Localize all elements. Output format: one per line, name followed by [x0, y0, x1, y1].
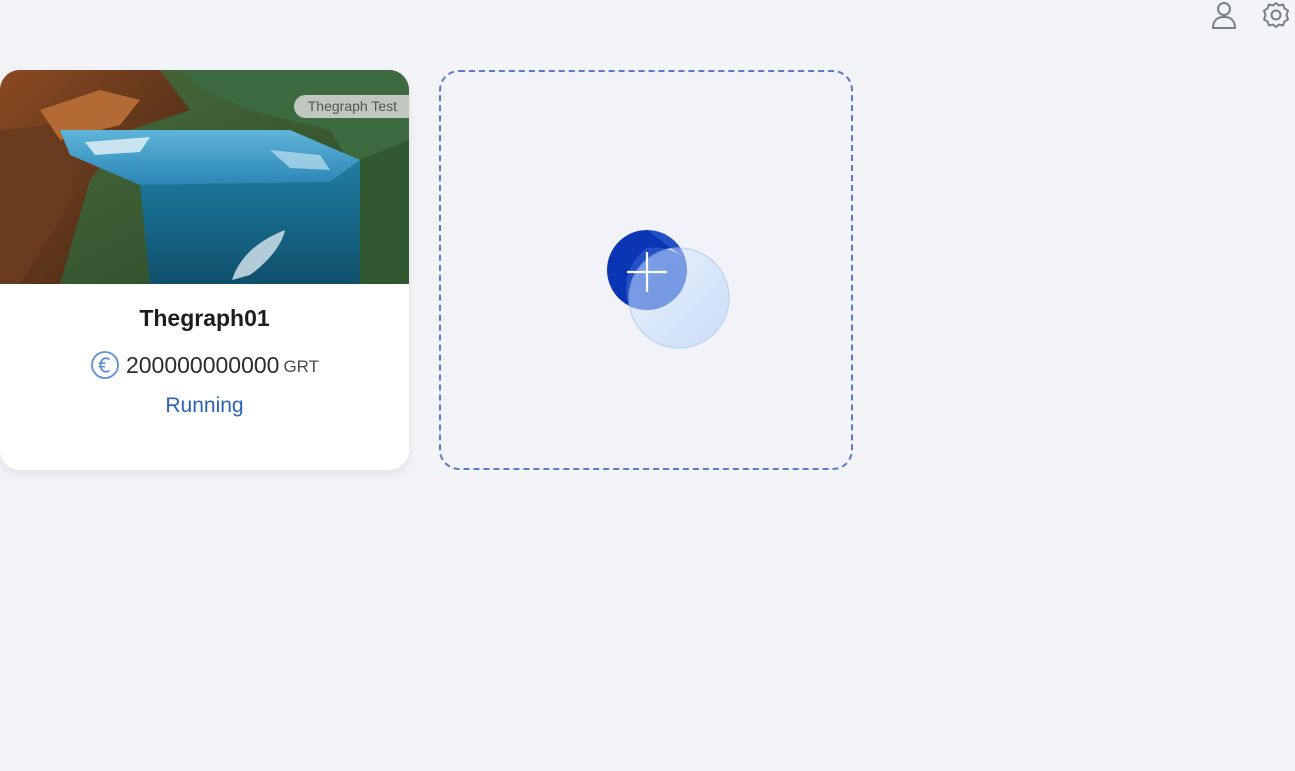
balance-value: 200000000000	[125, 351, 280, 378]
card-title: Thegraph01	[139, 305, 270, 331]
user-icon	[1212, 2, 1236, 29]
card-cover-image: Thegraph Test	[0, 70, 409, 284]
user-profile-button[interactable]	[1207, 0, 1241, 30]
card-tag: Thegraph Test	[293, 95, 409, 118]
balance-unit: GRT	[283, 356, 320, 376]
add-node-card[interactable]	[439, 70, 853, 470]
euro-coin-icon	[91, 351, 119, 379]
add-button[interactable]	[607, 230, 733, 356]
status-label: Running	[165, 394, 244, 417]
topbar-icons	[1207, 0, 1295, 30]
settings-button[interactable]	[1259, 0, 1293, 30]
gear-icon	[1263, 2, 1289, 28]
plus-icon	[607, 230, 730, 349]
node-card[interactable]: Thegraph Test Thegraph01 200000000000 GR…	[0, 70, 409, 470]
card-balance: 200000000000 GRT	[0, 350, 409, 380]
